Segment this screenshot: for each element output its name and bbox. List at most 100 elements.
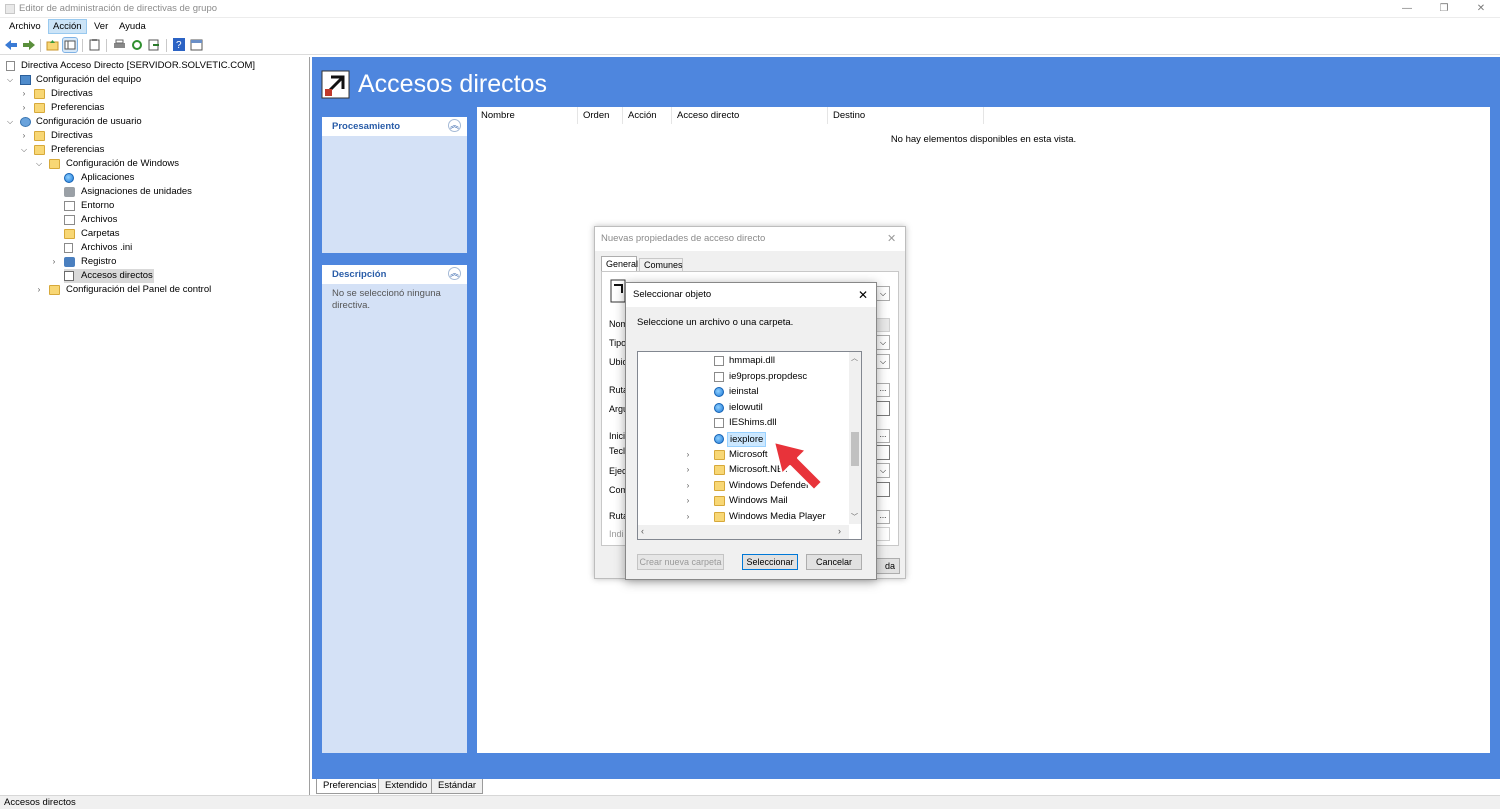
expand-chevron-icon[interactable]: › <box>684 478 692 494</box>
dll-file-icon <box>714 418 724 429</box>
scroll-left-icon[interactable]: ‹ <box>641 526 644 536</box>
tree-user-policies[interactable]: › Directivas <box>20 129 220 143</box>
cancel-button[interactable]: Cancelar <box>806 554 862 570</box>
horizontal-scrollbar[interactable]: ‹ › <box>638 525 849 539</box>
column-header-target[interactable]: Destino <box>829 107 984 124</box>
expand-chevron-icon[interactable]: › <box>684 493 692 509</box>
select-button[interactable]: Seleccionar <box>742 554 798 570</box>
tree-user-preferences[interactable]: ⌵ Preferencias <box>20 143 220 157</box>
collapse-chevron-icon[interactable]: ⌵ <box>20 143 28 157</box>
expand-chevron-icon[interactable]: › <box>50 255 58 269</box>
action-dropdown[interactable]: ⌵ <box>876 286 890 301</box>
tree-item-registry[interactable]: › Registro <box>50 255 250 269</box>
tab-extended[interactable]: Extendido <box>378 779 435 794</box>
tree-item-drive-maps[interactable]: Asignaciones de unidades <box>64 185 264 199</box>
comment-field[interactable] <box>876 482 890 497</box>
properties-icon[interactable] <box>190 39 203 51</box>
scroll-down-icon[interactable]: ﹀ <box>851 512 858 522</box>
up-folder-icon[interactable] <box>46 39 59 51</box>
file-name: Windows Mail <box>729 495 788 507</box>
target-browse-button[interactable]: ... <box>876 383 890 397</box>
refresh-icon[interactable] <box>131 39 143 51</box>
name-browse-button[interactable] <box>876 318 890 332</box>
collapse-chevron-icon[interactable]: ⌵ <box>6 115 14 129</box>
tree-computer-config[interactable]: ⌵ Configuración del equipo <box>6 73 206 87</box>
column-header-order[interactable]: Orden <box>579 107 623 124</box>
icon-index-field[interactable] <box>876 527 890 541</box>
file-list-item[interactable]: hmmapi.dll <box>638 353 848 369</box>
minimize-button[interactable]: — <box>1388 0 1426 18</box>
tree-item-applications[interactable]: Aplicaciones <box>64 171 264 185</box>
menu-archivo[interactable]: Archivo <box>5 19 45 34</box>
column-header-shortcut[interactable]: Acceso directo <box>673 107 828 124</box>
file-list-item[interactable]: IEShims.dll <box>638 415 848 431</box>
tree-item-files[interactable]: Archivos <box>64 213 264 227</box>
scroll-right-icon[interactable]: › <box>838 526 841 536</box>
vertical-scrollbar[interactable]: ︿ ﹀ <box>849 352 861 524</box>
expand-chevron-icon[interactable]: › <box>20 101 28 115</box>
icon-browse-button[interactable]: ... <box>876 510 890 524</box>
expand-chevron-icon[interactable]: › <box>684 509 692 525</box>
select-instruction: Seleccione un archivo o una carpeta. <box>637 317 794 328</box>
folder-icon <box>714 465 725 476</box>
tree-control-panel[interactable]: › Configuración del Panel de control <box>35 283 275 297</box>
scroll-thumb[interactable] <box>851 432 859 466</box>
tab-general[interactable]: General <box>601 256 638 272</box>
menu-accion[interactable]: Acción <box>48 19 87 34</box>
print-icon[interactable] <box>113 39 126 51</box>
tree-item-folders[interactable]: Carpetas <box>64 227 264 241</box>
column-header-action[interactable]: Acción <box>624 107 672 124</box>
forward-arrow-icon[interactable] <box>22 39 36 51</box>
tab-standard[interactable]: Estándar <box>431 779 484 794</box>
tree-item-ini-files[interactable]: Archivos .ini <box>64 241 264 255</box>
expand-chevron-icon[interactable]: › <box>20 129 28 143</box>
label-run: Ejec <box>609 466 627 476</box>
back-arrow-icon[interactable] <box>4 39 18 51</box>
collapse-description-icon[interactable]: ︽ <box>448 267 461 280</box>
collapse-chevron-icon[interactable]: ⌵ <box>35 157 43 171</box>
clipboard-icon[interactable] <box>89 39 100 51</box>
close-button[interactable]: ✕ <box>1462 0 1500 18</box>
file-list-item[interactable]: › Windows Media Player <box>638 509 848 525</box>
help-icon[interactable]: ? <box>173 38 185 51</box>
show-hide-tree-icon[interactable] <box>62 37 78 53</box>
tree-windows-settings[interactable]: ⌵ Configuración de Windows <box>35 157 255 171</box>
tree-computer-preferences[interactable]: › Preferencias <box>20 101 220 115</box>
new-folder-button[interactable]: Crear nueva carpeta <box>637 554 724 570</box>
select-close-icon[interactable]: ✕ <box>858 288 868 302</box>
tab-preferences[interactable]: Preferencias <box>316 779 384 794</box>
arguments-field[interactable] <box>876 401 890 416</box>
start-in-browse-button[interactable]: ... <box>876 429 890 443</box>
restore-button[interactable]: ❐ <box>1425 0 1463 18</box>
toolbar: ? <box>0 36 1500 55</box>
scroll-up-icon[interactable]: ︿ <box>851 353 858 363</box>
column-header-name[interactable]: Nombre <box>477 107 578 124</box>
run-dropdown[interactable]: ⌵ <box>876 463 890 478</box>
collapse-processing-icon[interactable]: ︽ <box>448 119 461 132</box>
file-tree-list[interactable]: hmmapi.dll ie9props.propdesc ieinstal ielow… <box>637 351 862 540</box>
tree-item-environment[interactable]: Entorno <box>64 199 264 213</box>
file-list-item[interactable]: ie9props.propdesc <box>638 369 848 385</box>
menu-ayuda[interactable]: Ayuda <box>115 19 150 34</box>
tree-item-shortcuts[interactable]: Accesos directos <box>64 269 154 283</box>
tree-user-config[interactable]: ⌵ Configuración de usuario <box>6 115 206 129</box>
expand-chevron-icon[interactable]: › <box>684 462 692 478</box>
description-title: Descripción <box>322 265 467 284</box>
tree-computer-policies[interactable]: › Directivas <box>20 87 220 101</box>
type-dropdown[interactable]: ⌵ <box>876 335 890 350</box>
location-dropdown[interactable]: ⌵ <box>876 354 890 369</box>
file-list-item[interactable]: › Windows Mail <box>638 493 848 509</box>
user-icon <box>20 117 31 127</box>
collapse-chevron-icon[interactable]: ⌵ <box>6 73 14 87</box>
expand-chevron-icon[interactable]: › <box>20 87 28 101</box>
tab-common[interactable]: Comunes <box>639 258 683 272</box>
file-name: iexplore <box>727 432 767 447</box>
expand-chevron-icon[interactable]: › <box>35 283 43 297</box>
shortcut-key-field[interactable] <box>876 445 890 460</box>
properties-close-icon[interactable]: ✕ <box>887 232 896 245</box>
file-list-item[interactable]: ielowutil <box>638 400 848 416</box>
file-list-item[interactable]: ieinstal <box>638 384 848 400</box>
expand-chevron-icon[interactable]: › <box>684 447 692 463</box>
menu-ver[interactable]: Ver <box>90 19 112 34</box>
export-list-icon[interactable] <box>148 39 160 51</box>
